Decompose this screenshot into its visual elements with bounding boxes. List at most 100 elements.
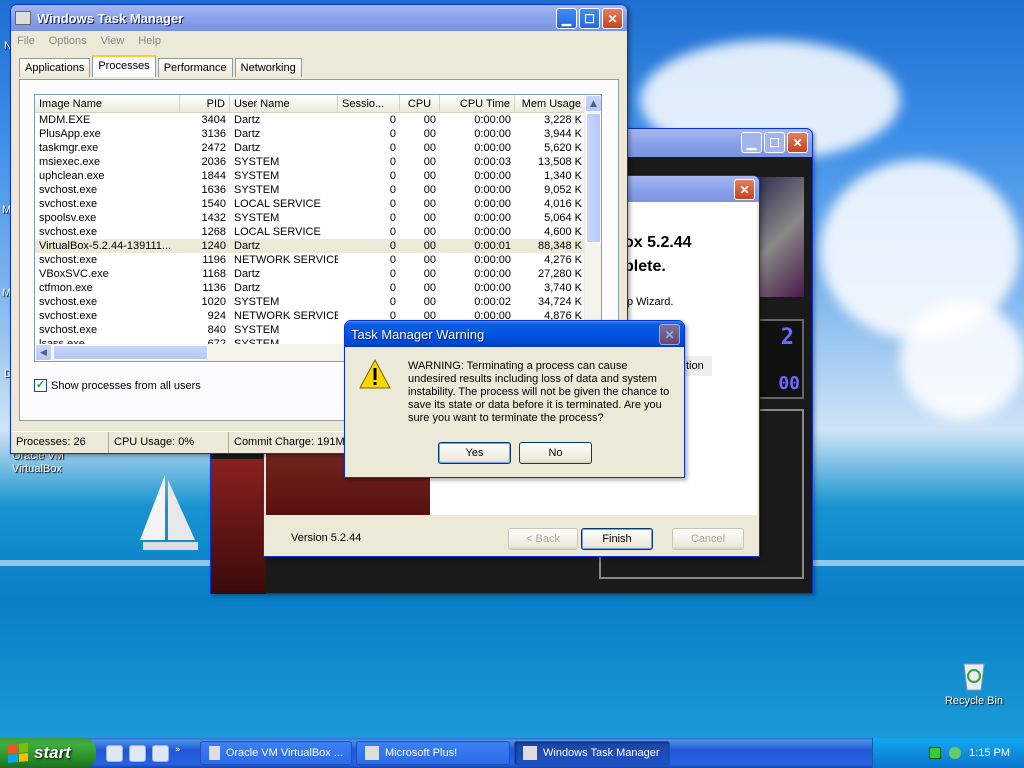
table-cell: PlusApp.exe — [39, 128, 101, 140]
table-cell: 0 — [389, 254, 396, 266]
minimize-button[interactable]: ▁ — [556, 8, 577, 29]
tab-networking[interactable]: Networking — [234, 58, 302, 77]
table-cell: 5,620 K — [544, 142, 582, 154]
show-all-label: Show processes from all users — [51, 379, 201, 392]
maximize-button[interactable]: ☐ — [579, 8, 600, 29]
table-cell: 00 — [423, 128, 436, 140]
media-player-icon[interactable] — [152, 744, 169, 762]
table-cell: 00 — [423, 240, 436, 252]
recycle-bin-icon[interactable] — [958, 658, 990, 692]
clock[interactable]: 1:15 PM — [969, 747, 1010, 759]
table-cell: taskmgr.exe — [39, 142, 99, 154]
table-cell: Dartz — [234, 128, 261, 140]
table-cell: 0 — [389, 282, 396, 294]
table-cell: 0 — [389, 114, 396, 126]
minimize-button[interactable]: ▁ — [741, 132, 762, 153]
finish-button[interactable]: Finish — [581, 528, 653, 550]
table-cell: 0:00:00 — [474, 114, 511, 126]
table-cell: 3,944 K — [544, 128, 582, 140]
tab-performance[interactable]: Performance — [157, 58, 233, 77]
installer-heading: ox 5.2.44 plete. — [624, 231, 692, 279]
maximize-button[interactable]: ☐ — [764, 132, 785, 153]
table-cell: SYSTEM — [234, 170, 280, 182]
scroll-left-button[interactable]: ◀ — [35, 344, 52, 361]
no-button[interactable]: No — [519, 442, 592, 464]
table-cell: 1168 — [202, 268, 226, 280]
column-header-mem-usage[interactable]: Mem Usage — [515, 95, 586, 112]
back-button[interactable]: < Back — [508, 528, 578, 550]
heading-line: plete. — [624, 258, 666, 275]
table-cell: 1,340 K — [544, 170, 582, 182]
table-cell: 0:00:00 — [474, 212, 511, 224]
menu-options[interactable]: Options — [49, 35, 87, 47]
column-header-cpu[interactable]: CPU — [400, 95, 440, 112]
table-cell: 0:00:03 — [474, 156, 511, 168]
table-row[interactable]: ctfmon.exe 1136 Dartz 0 00 0:00:00 3,740 K — [35, 281, 601, 295]
table-cell: LOCAL SERVICE — [234, 198, 321, 210]
show-all-processes[interactable]: ✓ Show processes from all users — [34, 379, 201, 392]
table-cell: 00 — [423, 156, 436, 168]
cancel-button[interactable]: Cancel — [672, 528, 744, 550]
close-button[interactable]: ✕ — [659, 324, 680, 345]
list-header: Image Name PID User Name Sessio... CPU C… — [35, 95, 601, 113]
table-cell: 840 — [207, 324, 226, 336]
table-row[interactable]: svchost.exe 1268 LOCAL SERVICE 0 00 0:00:00 4,… — [35, 225, 601, 239]
table-row[interactable]: VBoxSVC.exe 1168 Dartz 0 00 0:00:00 27,280 K — [35, 267, 601, 281]
close-button[interactable]: ✕ — [734, 179, 755, 200]
taskbar-button-plus[interactable]: Microsoft Plus! — [356, 741, 510, 765]
quick-launch: » — [106, 744, 196, 762]
table-row[interactable]: taskmgr.exe 2472 Dartz 0 00 0:00:00 5,620 K — [35, 141, 601, 155]
tab-strip: Applications Processes Performance Netwo… — [11, 55, 627, 77]
column-header-session[interactable]: Sessio... — [338, 95, 400, 112]
ie-icon[interactable] — [129, 744, 146, 762]
scroll-up-button[interactable]: ▲ — [585, 95, 601, 112]
vertical-scrollbar[interactable]: ▲ — [584, 95, 601, 345]
table-row[interactable]: MDM.EXE 3404 Dartz 0 00 0:00:00 3,228 K — [35, 113, 601, 127]
table-row[interactable]: VirtualBox-5.2.44-139111... 1240 Dartz 0 00 0… — [35, 239, 601, 253]
hscroll-thumb[interactable] — [53, 345, 208, 360]
table-cell: uphclean.exe — [39, 170, 105, 182]
task-manager-titlebar[interactable]: Windows Task Manager ▁ ☐ ✕ — [11, 5, 627, 31]
column-header-image-name[interactable]: Image Name — [35, 95, 180, 112]
table-row[interactable]: svchost.exe 1020 SYSTEM 0 00 0:00:02 34,724 K — [35, 295, 601, 309]
taskbar-button-task-manager[interactable]: Windows Task Manager — [514, 741, 670, 765]
table-cell: 00 — [423, 282, 436, 294]
show-desktop-icon[interactable] — [106, 744, 123, 762]
sync-icon[interactable] — [949, 747, 962, 759]
warning-titlebar[interactable]: Task Manager Warning ✕ — [345, 321, 684, 347]
column-header-user-name[interactable]: User Name — [230, 95, 338, 112]
table-row[interactable]: PlusApp.exe 3136 Dartz 0 00 0:00:00 3,944 K — [35, 127, 601, 141]
dialog-title: Task Manager Warning — [351, 326, 485, 342]
table-cell: MDM.EXE — [39, 114, 91, 126]
network-icon[interactable] — [929, 747, 942, 759]
menu-file[interactable]: File — [17, 35, 35, 47]
column-header-cpu-time[interactable]: CPU Time — [440, 95, 515, 112]
table-cell: 0 — [389, 212, 396, 224]
yes-button[interactable]: Yes — [438, 442, 511, 464]
table-row[interactable]: svchost.exe 1636 SYSTEM 0 00 0:00:00 9,052 K — [35, 183, 601, 197]
table-row[interactable]: svchost.exe 1196 NETWORK SERVICE 0 00 0:00:00… — [35, 253, 601, 267]
table-cell: 3136 — [201, 128, 226, 140]
close-button[interactable]: ✕ — [787, 132, 808, 153]
tab-applications[interactable]: Applications — [19, 58, 91, 77]
table-row[interactable]: msiexec.exe 2036 SYSTEM 0 00 0:00:03 13,508 K — [35, 155, 601, 169]
table-cell: 0:00:00 — [474, 254, 511, 266]
table-cell: 1844 — [201, 170, 226, 182]
table-cell: 1540 — [201, 198, 226, 210]
taskbar-button-virtualbox[interactable]: Oracle VM VirtualBox ... — [200, 741, 352, 765]
close-button[interactable]: ✕ — [602, 8, 623, 29]
table-cell: 0:00:01 — [474, 240, 511, 252]
column-header-pid[interactable]: PID — [180, 95, 230, 112]
start-button[interactable]: start — [0, 738, 96, 768]
table-cell: LOCAL SERVICE — [234, 226, 321, 238]
table-row[interactable]: uphclean.exe 1844 SYSTEM 0 00 0:00:00 1,340 K — [35, 169, 601, 183]
table-row[interactable]: spoolsv.exe 1432 SYSTEM 0 00 0:00:00 5,064 K — [35, 211, 601, 225]
show-all-checkbox[interactable]: ✓ — [34, 379, 47, 392]
table-cell: 00 — [423, 268, 436, 280]
menu-view[interactable]: View — [101, 35, 125, 47]
scroll-thumb[interactable] — [586, 113, 601, 243]
chevron-icon[interactable]: » — [175, 745, 181, 762]
table-row[interactable]: svchost.exe 1540 LOCAL SERVICE 0 00 0:00:00 4,… — [35, 197, 601, 211]
tab-processes[interactable]: Processes — [92, 55, 156, 77]
menu-help[interactable]: Help — [138, 35, 161, 47]
